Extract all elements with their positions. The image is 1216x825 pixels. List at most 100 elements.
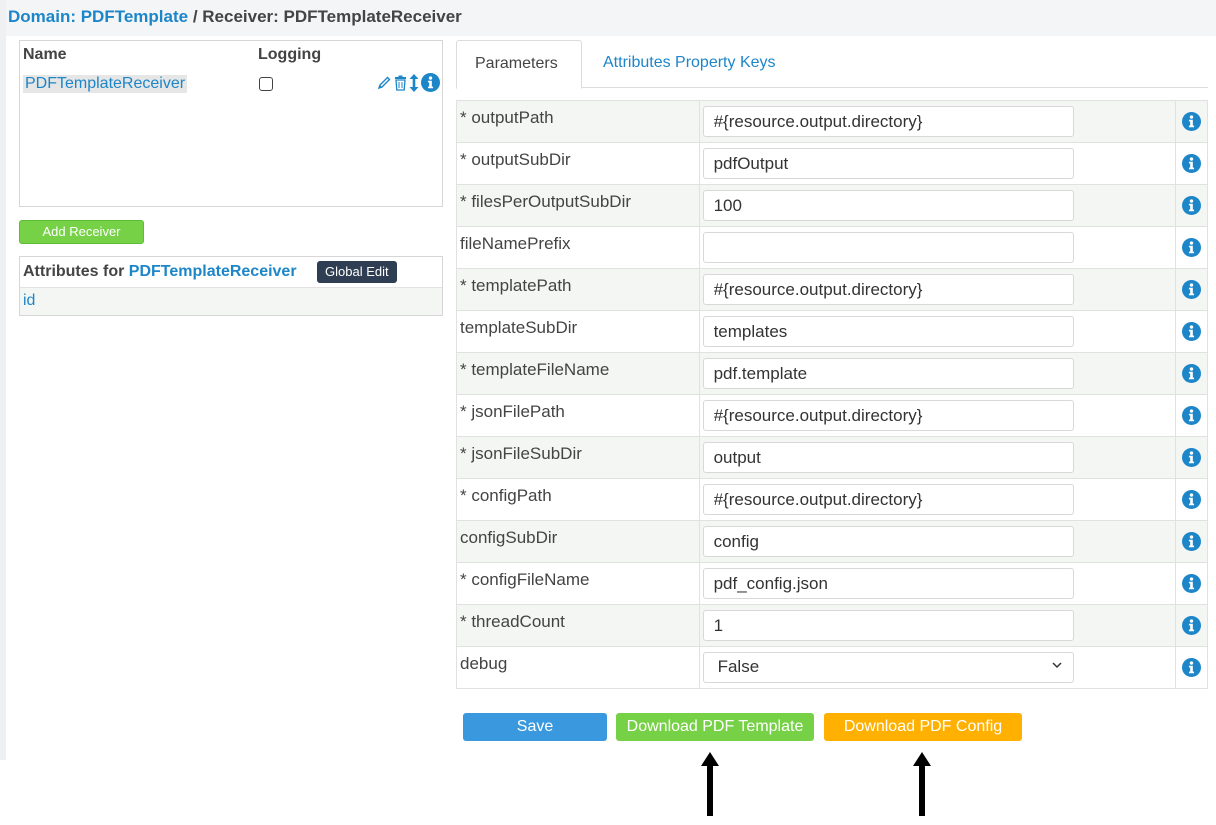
row-actions <box>376 73 440 92</box>
tab-parameters[interactable]: Parameters <box>456 40 582 89</box>
info-icon[interactable] <box>1182 532 1202 555</box>
param-value-cell <box>698 394 1177 437</box>
param-label: debug <box>456 646 700 689</box>
debug-select[interactable]: False <box>702 652 1074 683</box>
param-label: * threadCount <box>456 604 700 647</box>
param-label: * jsonFilePath <box>456 394 700 437</box>
param-input[interactable] <box>702 358 1074 389</box>
attributes-panel: Attributes for PDFTemplateReceiver Globa… <box>19 256 443 316</box>
param-info-cell <box>1175 394 1208 437</box>
param-input[interactable] <box>702 610 1074 641</box>
param-row: * filesPerOutputSubDir <box>456 184 1208 227</box>
param-value-cell <box>698 352 1177 395</box>
info-icon[interactable] <box>1182 112 1202 135</box>
info-icon[interactable] <box>1182 280 1202 303</box>
left-rule <box>0 0 6 760</box>
param-label: * configFileName <box>456 562 700 605</box>
debug-select-value: False <box>717 657 760 676</box>
chevron-down-icon <box>1051 658 1063 674</box>
attributes-receiver-link[interactable]: PDFTemplateReceiver <box>129 263 297 280</box>
param-input[interactable] <box>702 232 1074 263</box>
param-info-cell <box>1175 562 1208 605</box>
column-header-logging: Logging <box>258 46 322 63</box>
param-value-cell <box>698 562 1177 605</box>
param-input[interactable] <box>702 106 1074 137</box>
attribute-id-link[interactable]: id <box>23 292 35 310</box>
info-icon[interactable] <box>1182 658 1202 681</box>
global-edit-button[interactable]: Global Edit <box>317 261 397 283</box>
download-pdf-template-button[interactable]: Download PDF Template <box>616 713 814 741</box>
info-icon[interactable] <box>1182 238 1202 261</box>
param-row: templateSubDir <box>456 310 1208 353</box>
receiver-row: PDFTemplateReceiver <box>20 69 442 99</box>
breadcrumb-domain[interactable]: Domain: PDFTemplate <box>8 7 188 26</box>
param-label: * templateFileName <box>456 352 700 395</box>
param-row: * threadCount <box>456 604 1208 647</box>
download-pdf-config-button[interactable]: Download PDF Config <box>824 713 1022 741</box>
param-input[interactable] <box>702 148 1074 179</box>
param-input[interactable] <box>702 316 1074 347</box>
param-input[interactable] <box>702 400 1074 431</box>
param-value-cell <box>698 226 1177 269</box>
param-input[interactable] <box>702 484 1074 515</box>
param-value-cell <box>698 520 1177 563</box>
param-row: * jsonFileSubDir <box>456 436 1208 479</box>
param-info-cell <box>1175 100 1208 143</box>
param-row: * templateFileName <box>456 352 1208 395</box>
param-input[interactable] <box>702 526 1074 557</box>
param-input[interactable] <box>702 190 1074 221</box>
receiver-list: Name Logging PDFTemplateReceiver <box>19 40 443 207</box>
param-input[interactable] <box>702 568 1074 599</box>
breadcrumb-separator: / <box>188 7 203 26</box>
param-value-cell <box>698 436 1177 479</box>
column-header-name: Name <box>23 46 67 63</box>
info-icon[interactable] <box>1182 490 1202 513</box>
param-row: * outputPath <box>456 100 1208 143</box>
param-value-cell <box>698 604 1177 647</box>
param-label: * templatePath <box>456 268 700 311</box>
logging-checkbox[interactable] <box>259 77 273 91</box>
trash-icon[interactable] <box>394 75 407 91</box>
receiver-name-link[interactable]: PDFTemplateReceiver <box>23 75 188 93</box>
arrow-shaft <box>707 764 713 816</box>
info-icon[interactable] <box>1182 406 1202 429</box>
info-icon[interactable] <box>1182 196 1202 219</box>
param-value-cell <box>698 478 1177 521</box>
attributes-header: Attributes for PDFTemplateReceiver Globa… <box>20 257 442 287</box>
param-label: * jsonFileSubDir <box>456 436 700 479</box>
info-icon[interactable] <box>1182 322 1202 345</box>
tab-attributes-property-keys[interactable]: Attributes Property Keys <box>585 40 794 89</box>
attributes-prefix: Attributes for <box>23 263 129 280</box>
param-input[interactable] <box>702 442 1074 473</box>
parameters-table: * outputPath* outputSubDir* filesPerOutp… <box>456 100 1208 689</box>
param-info-cell <box>1175 604 1208 647</box>
param-label: configSubDir <box>456 520 700 563</box>
param-row: * outputSubDir <box>456 142 1208 185</box>
param-value-cell <box>698 310 1177 353</box>
info-icon[interactable] <box>1182 154 1202 177</box>
param-value-cell <box>698 184 1177 227</box>
tab-bar: Parameters Attributes Property Keys <box>456 40 1208 89</box>
param-row: * templatePath <box>456 268 1208 311</box>
param-value-cell <box>698 142 1177 185</box>
attributes-title: Attributes for PDFTemplateReceiver <box>23 263 297 281</box>
param-row: * configPath <box>456 478 1208 521</box>
info-icon[interactable] <box>1182 364 1202 387</box>
param-info-cell <box>1175 310 1208 353</box>
info-icon[interactable] <box>1182 448 1202 471</box>
pencil-icon[interactable] <box>376 75 392 91</box>
param-input[interactable] <box>702 274 1074 305</box>
param-info-cell <box>1175 520 1208 563</box>
save-button[interactable]: Save <box>463 713 607 741</box>
param-label: * outputSubDir <box>456 142 700 185</box>
param-info-cell <box>1175 436 1208 479</box>
arrow-shaft <box>919 764 925 816</box>
info-icon[interactable] <box>421 73 440 92</box>
info-icon[interactable] <box>1182 616 1202 639</box>
info-icon[interactable] <box>1182 574 1202 597</box>
sort-arrows-icon[interactable] <box>409 73 419 92</box>
param-info-cell <box>1175 226 1208 269</box>
param-label: * filesPerOutputSubDir <box>456 184 700 227</box>
param-value-cell: False <box>698 646 1177 689</box>
add-receiver-button[interactable]: Add Receiver <box>19 220 144 244</box>
